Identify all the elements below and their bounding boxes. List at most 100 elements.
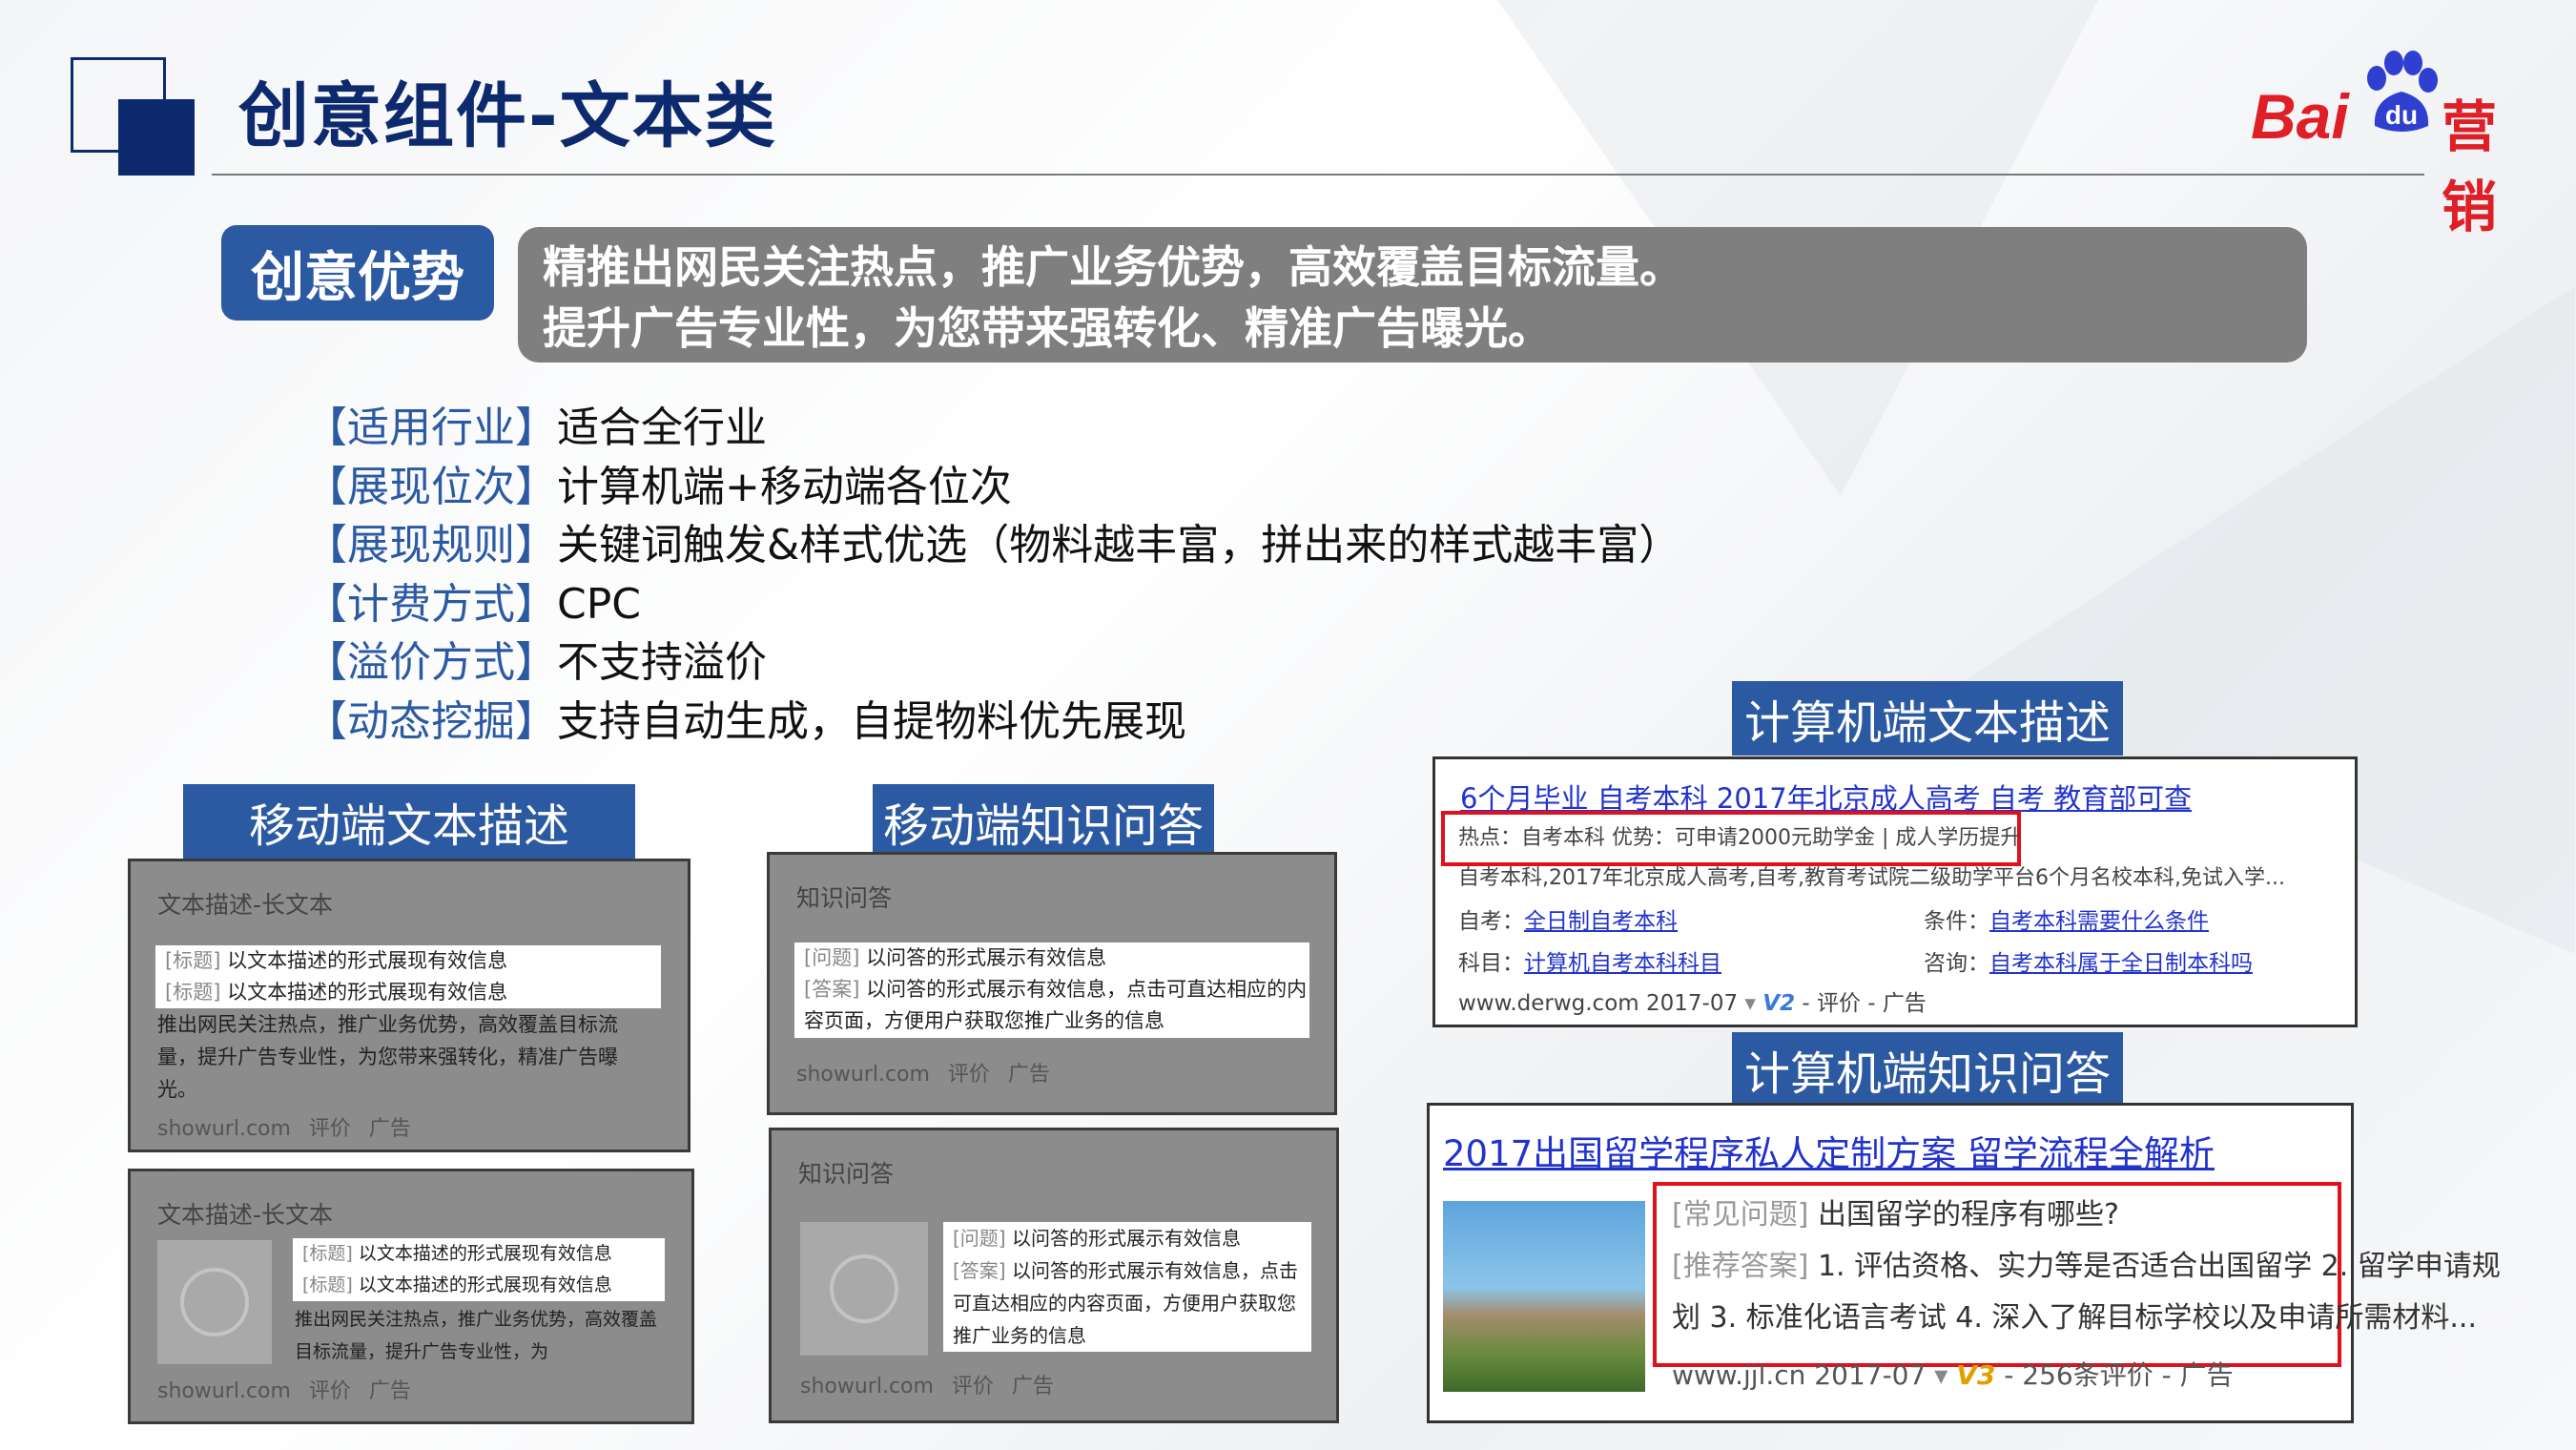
ad-hot-line: 热点：自考本科 优势：可申请2000元助学金 | 成人学历提升 [1458,826,2022,850]
ad-description: 自考本科,2017年北京成人高考,自考,教育考试院二级助学平台6个月名校本科,免… [1458,866,2285,890]
card-title: 知识问答 [796,884,893,912]
tag-text: 以文本描述的形式展现有效信息 [227,949,508,972]
ad-footer-rest[interactable]: - 评价 - 广告 [1802,991,1927,1016]
ad-sublink-row: 条件：自考本科需要什么条件 [1924,902,2209,935]
answer-row: [答案] 以问答的形式展示有效信息，点击可直达相应的内容页面，方便用户获取您推广… [953,1254,1311,1352]
advantage-box: 精推出网民关注热点，推广业务优势，高效覆盖目标流量。 提升广告专业性，为您带来强… [518,227,2307,362]
question-row: [问题] 以问答的形式展示有效信息 [953,1222,1311,1254]
answer-tag: [推荐答案] [1672,1250,1809,1283]
sublink[interactable]: 自考本科需要什么条件 [1989,909,2209,934]
spec-key: 【展现规则】 [305,521,557,570]
pc-text-ad: 6个月毕业 自考本科 2017年北京成人高考 自考 教育部可查 热点：自考本科 … [1432,756,2358,1027]
question-text: 以问答的形式展示有效信息 [1011,1227,1241,1250]
tag-text: 以文本描述的形式展现有效信息 [358,1243,612,1264]
v-badge: V2 [1762,991,1796,1016]
sublink-label: 科目： [1458,951,1524,976]
title-decoration-fill [118,99,195,176]
question-tag: [问题] [804,946,860,969]
tag-text: 以文本描述的形式展现有效信息 [227,981,508,1004]
paw-placeholder-icon [830,1254,898,1323]
card-foot: showurl.com 评价 广告 [157,1117,411,1141]
ad-sublink-row: 自考：全日制自考本科 [1458,902,1678,935]
spec-item: 【计费方式】CPC [305,575,1680,634]
mobile-text-card: 文本描述-长文本 [标题] 以文本描述的形式展现有效信息 [标题] 以文本描述的… [128,859,690,1152]
question-tag: [问题] [953,1227,1006,1250]
qa-question-row: [常见问题] 出国留学的程序有哪些? [1672,1190,2119,1241]
question-text: 出国留学的程序有哪些? [1817,1198,2119,1232]
card-title: 知识问答 [798,1160,895,1188]
spec-item: 【溢价方式】不支持溢价 [305,633,1680,693]
spec-item: 【动态挖掘】支持自动生成，自提物料优先展现 [305,693,1680,752]
card-qa-box: [问题] 以问答的形式展示有效信息 [答案] 以问答的形式展示有效信息，点击可直… [943,1222,1311,1352]
card-foot: showurl.com 评价 广告 [796,1063,1050,1087]
section-header-mobile-text: 移动端文本描述 [183,784,635,859]
spec-value: 关键词触发&样式优选（物料越丰富，拼出来的样式越丰富） [557,521,1681,570]
sublink-label: 自考： [1458,909,1524,934]
tag-label: [标题] [165,949,221,972]
card-foot: showurl.com 评价 广告 [157,1379,411,1403]
v-badge: V3 [1956,1359,1996,1391]
ad-footer-rest[interactable]: - 256条评价 - 广告 [2004,1359,2233,1391]
advantage-line-1: 精推出网民关注热点，推广业务优势，高效覆盖目标流量。 [543,241,1683,293]
spec-value: 适合全行业 [557,404,767,452]
logo-yingxiao-text: 营销 [2442,94,2498,239]
spec-item: 【展现位次】计算机端+移动端各位次 [305,458,1680,517]
paw-placeholder-icon [180,1268,249,1336]
mobile-qa-card: 知识问答 [问题] 以问答的形式展示有效信息 [答案] 以问答的形式展示有效信息… [767,852,1337,1115]
spec-value: 不支持溢价 [557,638,767,687]
baidu-paw-icon: du [2367,51,2438,132]
card-tag-box: [标题] 以文本描述的形式展现有效信息 [标题] 以文本描述的形式展现有效信息 [155,945,661,1008]
spec-key: 【展现位次】 [305,462,557,511]
header-divider [212,174,2424,176]
sublink[interactable]: 全日制自考本科 [1524,909,1678,934]
sublink[interactable]: 自考本科属于全日制本科吗 [1989,951,2253,976]
mobile-qa-card: 知识问答 [问题] 以问答的形式展示有效信息 [答案] 以问答的形式展示有效信息… [769,1128,1339,1423]
card-title: 文本描述-长文本 [157,1201,334,1229]
section-header-mobile-qa: 移动端知识问答 [873,784,1214,859]
ad-url: www.derwg.com 2017-07 [1458,991,1739,1016]
advantage-label: 创意优势 [221,225,494,321]
section-header-pc-text: 计算机端文本描述 [1732,681,2123,756]
ad-url: www.jjl.cn 2017-07 [1672,1359,1927,1391]
spec-item: 【适用行业】适合全行业 [305,399,1680,458]
tag-label: [标题] [302,1274,353,1295]
tag-label: [标题] [302,1243,353,1264]
spec-key: 【适用行业】 [305,404,557,452]
answer-text-cont: 划 3. 标准化语言考试 4. 深入了解目标学校以及申请所需材料... [1672,1301,2477,1335]
card-tag-row: [标题] 以文本描述的形式展现有效信息 [302,1238,665,1270]
ad-sublink-row: 科目：计算机自考本科科目 [1458,944,1721,977]
answer-tag: [答案] [953,1259,1006,1282]
card-foot: showurl.com 评价 广告 [800,1375,1054,1398]
logo-du-text: du [2385,100,2418,130]
ad-footer: www.jjl.cn 2017-07 ▾ V3 - 256条评价 - 广告 [1672,1359,2234,1391]
card-body: 推出网民关注热点，推广业务优势，高效覆盖目标流量，提升广告专业性，为您带来强转化… [157,1013,618,1101]
question-text: 以问答的形式展示有效信息 [866,946,1107,969]
section-header-pc-qa: 计算机端知识问答 [1732,1032,2123,1107]
card-tag-row: [标题] 以文本描述的形式展现有效信息 [302,1270,665,1301]
answer-tag: [答案] [804,978,860,1001]
spec-key: 【溢价方式】 [305,638,557,687]
card-tag-row: [标题] 以文本描述的形式展现有效信息 [165,945,661,977]
spec-value: 计算机端+移动端各位次 [557,462,1012,511]
ad-title-link[interactable]: 2017出国留学程序私人定制方案 留学流程全解析 [1443,1125,2215,1176]
image-placeholder [800,1222,928,1356]
spec-key: 【动态挖掘】 [305,696,557,746]
mobile-text-card: 文本描述-长文本 [标题] 以文本描述的形式展现有效信息 [标题] 以文本描述的… [128,1169,694,1424]
sublink-label: 条件： [1924,909,1989,934]
baidu-marketing-logo: Bai du 营销 [2251,48,2518,239]
spec-key: 【计费方式】 [305,579,557,629]
logo-bai-text: Bai [2251,81,2349,152]
travel-photo [1443,1201,1645,1392]
question-row: [问题] 以问答的形式展示有效信息 [804,942,1309,974]
ad-footer: www.derwg.com 2017-07 ▾ V2 - 评价 - 广告 [1458,991,1927,1016]
pc-qa-ad: 2017出国留学程序私人定制方案 留学流程全解析 [常见问题] 出国留学的程序有… [1427,1103,2501,1423]
page-title: 创意组件-文本类 [238,75,777,157]
card-title: 文本描述-长文本 [157,891,334,919]
qa-answer-row: [推荐答案] 1. 评估资格、实力等是否适合出国留学 2. 留学申请规 [1672,1241,2501,1293]
tag-label: [标题] [165,981,221,1004]
answer-row: [答案] 以问答的形式展示有效信息，点击可直达相应的内容页面，方便用户获取您推广… [804,974,1309,1037]
sublink[interactable]: 计算机自考本科科目 [1524,951,1721,976]
card-body: 推出网民关注热点，推广业务优势，高效覆盖目标流量，提升广告专业性，为 [295,1309,658,1362]
answer-text: 以问答的形式展示有效信息，点击可直达相应的内容页面，方便用户获取您推广业务的信息 [804,978,1308,1032]
card-tag-row: [标题] 以文本描述的形式展现有效信息 [165,977,661,1008]
